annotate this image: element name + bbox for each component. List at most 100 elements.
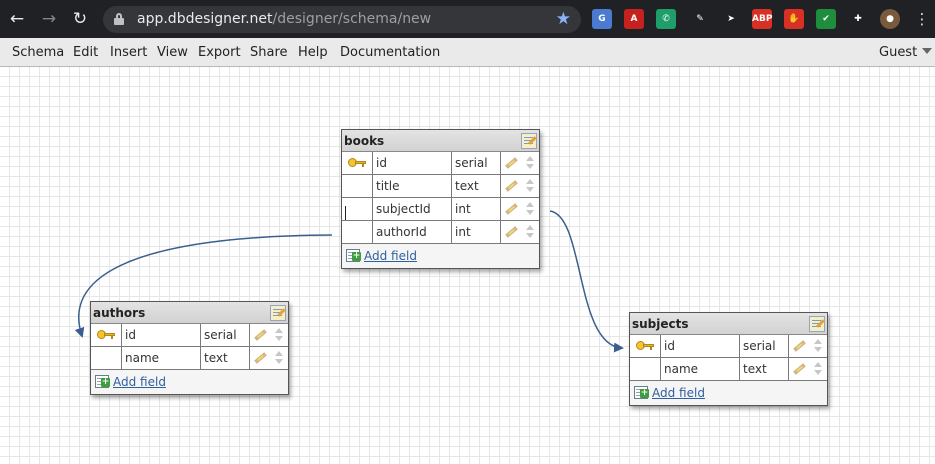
- send-extension-icon[interactable]: ➤: [721, 9, 741, 29]
- field-row[interactable]: title text: [342, 175, 539, 198]
- pencil-edit-icon[interactable]: [505, 226, 518, 238]
- chevron-down-icon: [922, 48, 933, 54]
- move-updown-icon[interactable]: [526, 225, 535, 239]
- add-field-link[interactable]: Add field: [652, 386, 705, 400]
- field-type[interactable]: int: [452, 198, 501, 220]
- adblock-plus-icon[interactable]: ABP: [752, 9, 772, 29]
- pencil-edit-icon[interactable]: [505, 157, 518, 169]
- edit-table-icon[interactable]: [809, 316, 825, 332]
- reload-icon[interactable]: ↻: [70, 9, 90, 29]
- menu-insert[interactable]: Insert: [110, 45, 147, 60]
- key-cell: [630, 358, 661, 380]
- field-row[interactable]: id serial: [630, 335, 827, 358]
- field-row[interactable]: name text: [630, 358, 827, 381]
- menu-documentation[interactable]: Documentation: [340, 45, 440, 60]
- add-field-link[interactable]: Add field: [364, 249, 417, 263]
- key-cell: [91, 347, 122, 369]
- field-type[interactable]: text: [201, 347, 250, 369]
- address-bar[interactable]: app.dbdesigner.net/designer/schema/new ★: [103, 6, 581, 33]
- puzzle-extensions-icon[interactable]: ✚: [848, 9, 868, 29]
- field-row[interactable]: id serial: [342, 152, 539, 175]
- field-name[interactable]: authorId: [373, 221, 452, 243]
- primary-key-icon: [636, 340, 656, 352]
- field-actions: [789, 358, 827, 380]
- menu-export[interactable]: Export: [198, 45, 241, 60]
- url-text[interactable]: app.dbdesigner.net/designer/schema/new: [137, 11, 431, 27]
- field-name[interactable]: id: [661, 335, 740, 357]
- pencil-edit-icon[interactable]: [505, 203, 518, 215]
- browser-toolbar: ← → ↻ app.dbdesigner.net/designer/schema…: [0, 0, 935, 38]
- field-actions: [250, 347, 288, 369]
- table-footer: Add field: [630, 381, 827, 405]
- field-name[interactable]: name: [122, 347, 201, 369]
- pen-extension-icon[interactable]: ✎: [690, 9, 710, 29]
- table-header[interactable]: subjects: [630, 313, 827, 335]
- move-updown-icon[interactable]: [526, 202, 535, 216]
- pencil-edit-icon[interactable]: [793, 363, 806, 375]
- key-cell: [630, 335, 661, 357]
- move-updown-icon[interactable]: [275, 328, 284, 342]
- field-name[interactable]: id: [373, 152, 452, 174]
- field-type[interactable]: int: [452, 221, 501, 243]
- menu-share[interactable]: Share: [250, 45, 288, 60]
- table-header[interactable]: books: [342, 130, 539, 152]
- profile-avatar[interactable]: ●: [880, 9, 900, 29]
- field-row[interactable]: name text: [91, 347, 288, 370]
- field-name[interactable]: id: [122, 324, 201, 346]
- field-row[interactable]: authorId int: [342, 221, 539, 244]
- whatsapp-extension-icon[interactable]: ✆: [656, 9, 676, 29]
- primary-key-icon: [348, 157, 368, 169]
- add-field-icon[interactable]: [95, 375, 110, 388]
- field-name[interactable]: subjectId: [373, 198, 452, 220]
- more-menu-icon[interactable]: ⋮: [912, 9, 932, 29]
- field-name[interactable]: title: [373, 175, 452, 197]
- move-updown-icon[interactable]: [814, 339, 823, 353]
- hand-stop-extension-icon[interactable]: ✋: [784, 9, 804, 29]
- field-type[interactable]: serial: [740, 335, 789, 357]
- pencil-edit-icon[interactable]: [254, 329, 267, 341]
- pencil-edit-icon[interactable]: [254, 352, 267, 364]
- field-actions: [501, 152, 539, 174]
- table-header[interactable]: authors: [91, 302, 288, 324]
- bookmark-star-icon[interactable]: ★: [556, 9, 571, 29]
- forward-arrow-icon[interactable]: →: [39, 9, 59, 29]
- lock-icon: [114, 13, 124, 25]
- move-updown-icon[interactable]: [526, 156, 535, 170]
- add-field-icon[interactable]: [346, 249, 361, 262]
- table-footer: Add field: [91, 370, 288, 394]
- move-updown-icon[interactable]: [275, 351, 284, 365]
- app-menu-bar: Schema Edit Insert View Export Share Hel…: [0, 38, 935, 67]
- table-authors[interactable]: authors idserialnametext Add field: [90, 301, 289, 395]
- edit-table-icon[interactable]: [521, 133, 537, 149]
- pdf-extension-icon[interactable]: A: [624, 9, 644, 29]
- guest-label: Guest: [879, 45, 918, 60]
- add-field-icon[interactable]: [634, 386, 649, 399]
- field-type[interactable]: text: [452, 175, 501, 197]
- add-field-link[interactable]: Add field: [113, 375, 166, 389]
- menu-schema[interactable]: Schema: [12, 45, 64, 60]
- menu-help[interactable]: Help: [298, 45, 328, 60]
- field-type[interactable]: serial: [201, 324, 250, 346]
- guest-user-menu[interactable]: Guest: [879, 45, 933, 60]
- move-updown-icon[interactable]: [814, 362, 823, 376]
- edit-table-icon[interactable]: [270, 305, 286, 321]
- table-subjects[interactable]: subjects idserialnametext Add field: [629, 312, 828, 406]
- translate-extension-icon[interactable]: G: [592, 9, 612, 29]
- field-row[interactable]: subjectId int: [342, 198, 539, 221]
- table-books[interactable]: books id serial title text subjectId int author…: [341, 129, 540, 269]
- key-cell: [342, 198, 373, 220]
- pencil-edit-icon[interactable]: [793, 340, 806, 352]
- move-updown-icon[interactable]: [526, 179, 535, 193]
- field-actions: [789, 335, 827, 357]
- menu-view[interactable]: View: [157, 45, 188, 60]
- pencil-edit-icon[interactable]: [505, 180, 518, 192]
- key-cell: [342, 175, 373, 197]
- field-type[interactable]: serial: [452, 152, 501, 174]
- field-row[interactable]: id serial: [91, 324, 288, 347]
- shield-extension-icon[interactable]: ✔: [816, 9, 836, 29]
- back-arrow-icon[interactable]: ←: [7, 9, 27, 29]
- table-name: books: [344, 134, 385, 148]
- field-name[interactable]: name: [661, 358, 740, 380]
- menu-edit[interactable]: Edit: [73, 45, 98, 60]
- field-type[interactable]: text: [740, 358, 789, 380]
